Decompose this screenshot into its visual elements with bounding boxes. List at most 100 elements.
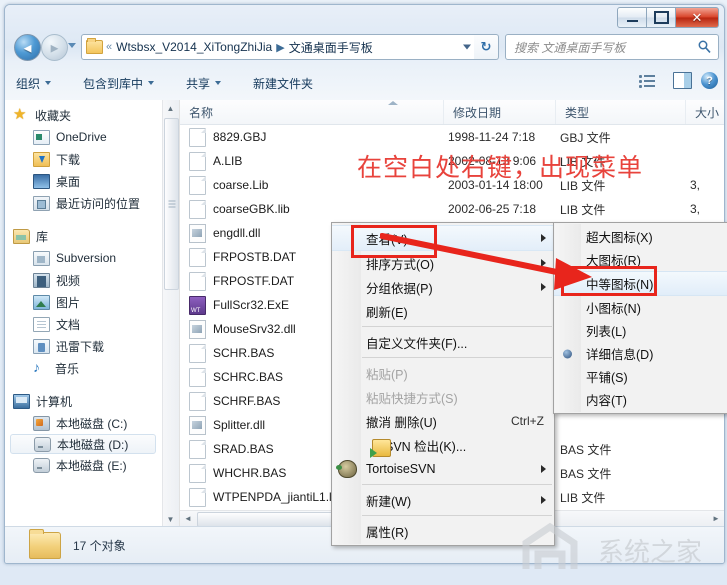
view-submenu-item-label: 超大图标(X) — [586, 231, 653, 245]
sidebar-item-onedrive[interactable]: OneDrive — [5, 126, 163, 148]
tortoisesvn-icon — [336, 460, 357, 478]
context-menu-item[interactable]: 分组依据(P) — [332, 275, 554, 299]
sidebar-scrollbar[interactable]: ▲ ▼ — [162, 100, 179, 527]
sidebar-item-desktop[interactable]: 桌面 — [5, 170, 163, 192]
history-dropdown-icon[interactable] — [68, 43, 76, 48]
sidebar-item-downloads[interactable]: 下载 — [5, 148, 163, 170]
sidebar-item-drive-e[interactable]: 本地磁盘 (E:) — [5, 454, 163, 476]
nav-group-computer[interactable]: 计算机 — [5, 390, 163, 412]
file-name-cell: SCHR.BAS — [189, 341, 274, 365]
sidebar-item-recent-places[interactable]: 最近访问的位置 — [5, 192, 163, 214]
title-bar[interactable]: ✕ — [5, 5, 724, 29]
breadcrumb-segment-2[interactable]: 文通桌面手写板 — [289, 39, 373, 56]
context-menu-item: 粘贴快捷方式(S) — [332, 385, 554, 409]
view-submenu-item[interactable]: 列表(L) — [554, 319, 727, 342]
view-submenu-item[interactable]: 详细信息(D) — [554, 342, 727, 365]
radio-selected-icon — [563, 349, 572, 358]
sidebar-item-music[interactable]: ♪ 音乐 — [5, 357, 163, 379]
chevron-down-icon — [148, 81, 155, 85]
table-row[interactable]: 8829.GBJ 1998-11-24 7:18 GBJ 文件 — [180, 125, 724, 149]
command-bar: 组织 包含到库中 共享 新建文件夹 ? — [5, 67, 724, 99]
sidebar-item-subversion[interactable]: Subversion — [5, 247, 163, 269]
file-name-label: Splitter.dll — [213, 418, 266, 432]
include-library-button[interactable]: 包含到库中 — [76, 71, 161, 96]
file-icon — [189, 343, 206, 363]
file-name-cell: SCHRC.BAS — [189, 365, 283, 389]
file-type-cell: BAS 文件 — [560, 466, 612, 481]
address-dropdown-icon[interactable] — [463, 44, 471, 50]
search-input[interactable]: 搜索 文通桌面手写板 — [505, 34, 719, 60]
table-row[interactable]: coarseGBK.lib 2002-06-25 7:18 LIB 文件 3, — [180, 197, 724, 221]
context-menu-item[interactable]: 刷新(E) — [332, 299, 554, 323]
chevron-down-icon — [45, 81, 52, 85]
nav-group-favorites[interactable]: ★ 收藏夹 — [5, 104, 163, 126]
file-name-label: FRPOSTF.DAT — [213, 274, 295, 288]
sidebar-item-drive-d[interactable]: 本地磁盘 (D:) — [10, 434, 156, 454]
scroll-left-icon[interactable]: ◄ — [180, 511, 196, 526]
nav-group-computer-label: 计算机 — [36, 394, 73, 409]
help-icon[interactable]: ? — [701, 72, 718, 89]
sidebar-item-xunlei[interactable]: 迅雷下载 — [5, 335, 163, 357]
context-menu-item[interactable]: 自定义文件夹(F)... — [332, 330, 554, 354]
file-name-cell: FRPOSTB.DAT — [189, 245, 296, 269]
context-menu-item-label: TortoiseSVN — [366, 462, 436, 476]
column-header-size[interactable]: 大小 — [686, 100, 724, 124]
view-submenu-item[interactable]: 内容(T) — [554, 388, 727, 411]
scroll-down-icon[interactable]: ▼ — [163, 511, 178, 527]
view-submenu-item[interactable]: 平铺(S) — [554, 365, 727, 388]
sidebar-item-drive-c[interactable]: 本地磁盘 (C:) — [5, 412, 163, 434]
xunlei-icon — [33, 338, 50, 354]
view-list-icon[interactable] — [639, 74, 655, 88]
file-type-cell: GBJ 文件 — [560, 130, 611, 145]
column-header-name[interactable]: 名称 — [180, 100, 444, 124]
sidebar-item-pictures[interactable]: 图片 — [5, 291, 163, 313]
drive-icon — [33, 457, 50, 473]
menu-separator — [362, 326, 552, 327]
column-header-type[interactable]: 类型 — [556, 100, 686, 124]
menu-separator — [362, 515, 552, 516]
sidebar-scroll-thumb[interactable] — [164, 118, 179, 290]
organize-button[interactable]: 组织 — [9, 71, 58, 96]
nav-group-libraries-label: 库 — [36, 229, 49, 244]
menu-shortcut-label: Ctrl+Z — [511, 414, 544, 428]
close-button[interactable]: ✕ — [676, 7, 719, 28]
view-submenu-item[interactable]: 小图标(N) — [554, 296, 727, 319]
forward-button[interactable]: ► — [41, 34, 68, 61]
breadcrumb-overflow-icon[interactable]: « — [106, 41, 112, 53]
onedrive-icon — [33, 129, 50, 145]
file-name-label: A.LIB — [213, 154, 243, 168]
context-menu-item[interactable]: 撤消 删除(U) Ctrl+Z — [332, 409, 554, 433]
file-icon — [189, 391, 206, 411]
file-type-cell: LIB 文件 — [560, 490, 606, 505]
preview-pane-icon[interactable] — [673, 72, 692, 89]
view-submenu-item[interactable]: 超大图标(X) — [554, 225, 727, 248]
nav-group-favorites-label: 收藏夹 — [35, 108, 72, 123]
breadcrumb-segment-1[interactable]: Wtsbsx_V2014_XiTongZhiJia — [116, 40, 272, 54]
back-button[interactable]: ◄ — [14, 34, 41, 61]
sidebar-item-documents[interactable]: 文档 — [5, 313, 163, 335]
context-menu-item[interactable]: 新建(W) — [332, 488, 554, 512]
column-header-date[interactable]: 修改日期 — [444, 100, 556, 124]
refresh-icon: ↻ — [480, 39, 492, 54]
file-name-label: SCHRF.BAS — [213, 394, 281, 408]
sidebar-item-videos[interactable]: 视频 — [5, 269, 163, 291]
sidebar-item-label: 视频 — [56, 273, 81, 288]
context-menu-item-label: 自定义文件夹(F)... — [366, 336, 468, 351]
context-menu-item[interactable]: SVN 检出(K)... — [332, 433, 554, 458]
file-name-cell: coarseGBK.lib — [189, 197, 290, 221]
minimize-button[interactable] — [617, 7, 647, 28]
context-menu-item[interactable]: TortoiseSVN — [332, 457, 554, 481]
address-bar[interactable]: « Wtsbsx_V2014_XiTongZhiJia ▶ 文通桌面手写板 — [81, 34, 476, 60]
computer-icon — [13, 393, 30, 409]
new-folder-button[interactable]: 新建文件夹 — [246, 71, 320, 96]
file-name-cell: 8829.GBJ — [189, 125, 266, 149]
nav-group-libraries[interactable]: 库 — [5, 225, 163, 247]
scroll-up-icon[interactable]: ▲ — [163, 100, 178, 116]
svn-checkout-icon — [370, 439, 391, 458]
refresh-button[interactable]: ↻ — [474, 34, 499, 60]
share-button[interactable]: 共享 — [179, 71, 228, 96]
context-menu-items: 查看(V) 排序方式(O) 分组依据(P) 刷新(E) 自定义文件夹(F)... 粘贴(P… — [332, 225, 554, 543]
chevron-right-icon — [541, 283, 546, 291]
column-header-size-label: 大小 — [695, 105, 720, 120]
maximize-button[interactable] — [647, 7, 676, 28]
